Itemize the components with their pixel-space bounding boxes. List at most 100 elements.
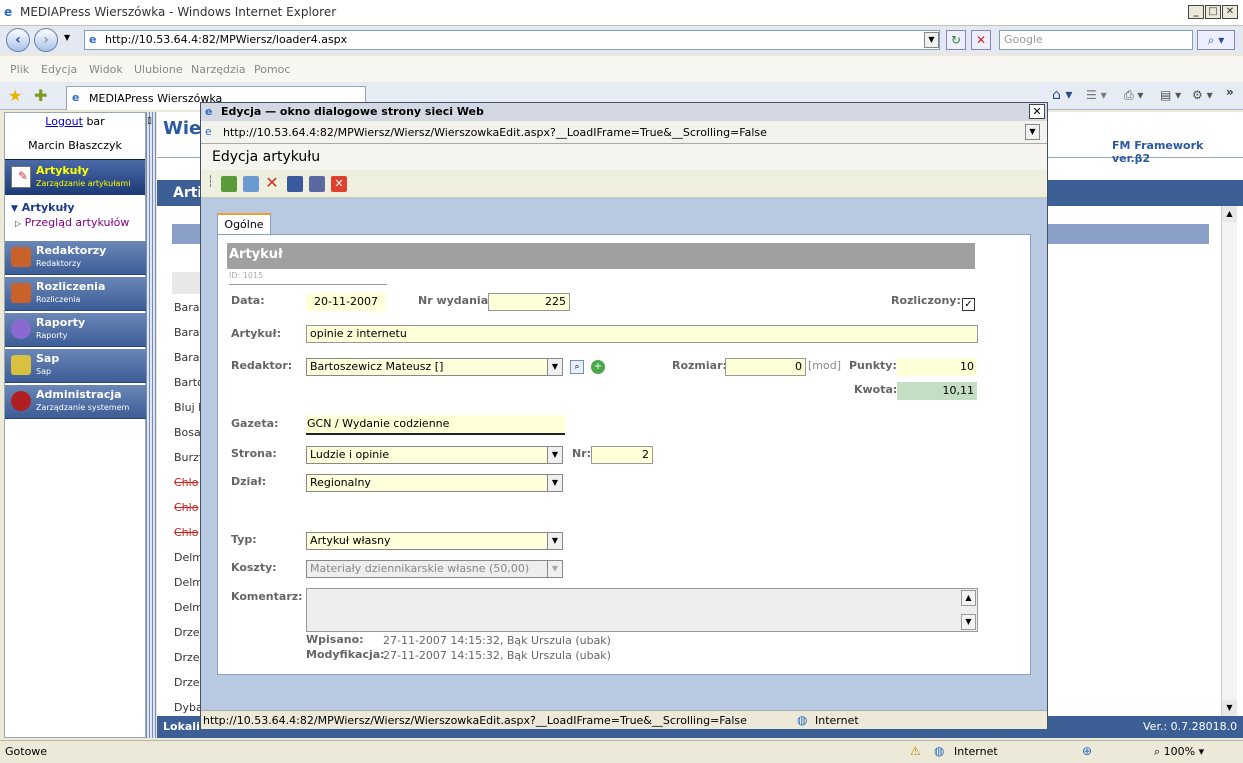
back-button[interactable]: ‹ (6, 28, 30, 52)
background-row: Bluj I (174, 401, 202, 414)
dzial-value: Regionalny (310, 476, 371, 489)
dialog-close-button[interactable]: ✕ (1029, 104, 1045, 119)
redaktor-select[interactable]: Bartoszewicz Mateusz [] ▼ (306, 358, 563, 376)
tree-header[interactable]: ▼ Artykuły (11, 201, 75, 214)
print-icon[interactable]: ⎙ ▾ (1124, 88, 1143, 103)
login-line: Logout bar (5, 115, 145, 128)
sidebar-item-label: Rozliczenia (36, 280, 106, 293)
nr-input[interactable]: 2 (591, 446, 653, 464)
save-close-icon[interactable] (309, 176, 325, 192)
close-window-button[interactable]: ✕ (1222, 5, 1238, 19)
dialog-heading: Edycja artykułu (212, 149, 321, 165)
admin-target-icon (11, 391, 31, 411)
data-field[interactable]: 20-11-2007 (306, 293, 386, 311)
search-redaktor-icon[interactable]: ⌕ (570, 360, 584, 374)
sidebar-splitter[interactable] (146, 112, 156, 738)
sidebar-item-label: Raporty (36, 316, 86, 329)
scroll-down-icon[interactable]: ▼ (961, 614, 976, 630)
cancel-icon[interactable]: ✕ (331, 176, 347, 192)
add-redaktor-icon[interactable]: + (591, 360, 605, 374)
rozmiar-input[interactable]: 0 (725, 358, 806, 376)
stop-icon[interactable]: ✕ (971, 30, 991, 50)
feeds-icon[interactable]: ☰ ▾ (1086, 88, 1107, 102)
menu-view[interactable]: Widok (89, 63, 123, 76)
background-row: Drze (174, 626, 200, 639)
background-row: Bara (174, 301, 200, 314)
redaktor-value: Bartoszewicz Mateusz [] (310, 360, 444, 373)
scroll-up-icon[interactable]: ▲ (961, 590, 976, 606)
background-row: Delm (174, 551, 204, 564)
background-row: Chlo (174, 476, 199, 489)
menu-file[interactable]: Plik (10, 63, 29, 76)
search-icon[interactable]: ⌕ ▾ (1197, 30, 1235, 50)
search-input[interactable]: Google (999, 30, 1193, 50)
artykul-label: Artykuł: (231, 327, 281, 340)
background-scrollbar[interactable]: ▲ ▼ (1221, 206, 1237, 716)
more-chevron-icon[interactable]: » (1226, 85, 1234, 99)
sidebar-item-redaktorzy[interactable]: Redaktorzy Redaktorzy (5, 241, 147, 275)
strona-value: Ludzie i opinie (310, 448, 390, 461)
gazeta-field[interactable]: GCN / Wydanie codzienne (306, 415, 565, 435)
edit-dialog: e Edycja — okno dialogowe strony sieci W… (200, 102, 1048, 729)
tree-item-przeglad[interactable]: ▷ Przegląd artykułów (15, 216, 129, 229)
address-input[interactable]: e http://10.53.64.4:82/MPWiersz/loader4.… (84, 30, 940, 50)
background-row: Bara (174, 351, 200, 364)
security-icon: ⚠ (910, 744, 921, 758)
home-icon[interactable]: ⌂ ▾ (1052, 87, 1072, 103)
typ-select[interactable]: Artykuł własny ▼ (306, 532, 563, 550)
menu-favorites[interactable]: Ulubione (134, 63, 183, 76)
sidebar: Logout bar Marcin Błaszczyk ✎ Artykuły Z… (4, 112, 147, 738)
komentarz-textarea[interactable]: ▲ ▼ (306, 588, 978, 632)
sidebar-item-artykuly[interactable]: ✎ Artykuły Zarządzanie artykułami (5, 159, 145, 195)
artykul-input[interactable]: opinie z internetu (306, 325, 978, 343)
refresh-record-icon[interactable] (221, 176, 237, 192)
tools-gear-icon[interactable]: ⚙ ▾ (1192, 88, 1213, 102)
favorites-star-icon[interactable]: ★ (8, 86, 22, 105)
minimize-button[interactable]: _ (1188, 5, 1204, 19)
dzial-select[interactable]: Regionalny ▼ (306, 474, 563, 492)
page-menu-icon[interactable]: ▤ ▾ (1160, 88, 1181, 102)
address-dropdown-icon[interactable]: ▼ (924, 32, 939, 48)
typ-value: Artykuł własny (310, 534, 391, 547)
forward-button[interactable]: › (34, 28, 58, 52)
tab-ogolne[interactable]: Ogólne (217, 213, 271, 235)
sidebar-item-sap[interactable]: Sap Sap (5, 349, 147, 383)
framework-label: FM Framework ver.β2 (1112, 139, 1204, 165)
zoom-control[interactable]: ⌕ 100% ▾ (1154, 745, 1204, 759)
sidebar-item-administracja[interactable]: Administracja Zarządzanie systemem (5, 385, 147, 419)
maximize-button[interactable]: □ (1205, 5, 1221, 19)
save-icon[interactable] (287, 176, 303, 192)
koszty-select: Materiały dziennikarskie własne (50,00) ▼ (306, 560, 563, 578)
status-text: Gotowe (5, 745, 48, 758)
zoom-value: 100% (1163, 745, 1196, 758)
menu-edit[interactable]: Edycja (41, 63, 77, 76)
rozliczony-checkbox[interactable]: ✓ (962, 298, 975, 311)
zoom-icon: ⌕ (1154, 745, 1161, 758)
pin-icon[interactable]: ▯ (147, 116, 152, 126)
menu-tools[interactable]: Narzędzia (191, 63, 246, 76)
logout-link[interactable]: Logout (45, 115, 83, 128)
dialog-status-url: http://10.53.64.4:82/MPWiersz/Wiersz/Wie… (203, 714, 747, 727)
kwota-value: 10,11 (897, 382, 977, 400)
page-icon: e (89, 33, 97, 46)
nr-wydania-input[interactable]: 225 (488, 293, 570, 311)
history-dropdown-icon[interactable]: ▼ (64, 33, 70, 42)
modyfikacja-value: 27-11-2007 14:15:32, Bąk Urszula (ubak) (383, 649, 611, 662)
background-row: Chlo (174, 526, 199, 539)
subbar-title: Arti (173, 185, 203, 201)
refresh-icon[interactable]: ↻ (946, 30, 966, 50)
rozliczony-label: Rozliczony: (891, 294, 961, 307)
add-record-icon[interactable] (243, 176, 259, 192)
sidebar-item-raporty[interactable]: Raporty Raporty (5, 313, 147, 347)
sidebar-item-sub: Redaktorzy (36, 259, 81, 268)
sidebar-item-sub: Rozliczenia (36, 295, 81, 304)
sidebar-item-rozliczenia[interactable]: Rozliczenia Rozliczenia (5, 277, 147, 311)
chevron-down-icon: ▼ (547, 447, 562, 463)
protected-mode-icon[interactable]: ⊕ (1082, 744, 1092, 758)
strona-select[interactable]: Ludzie i opinie ▼ (306, 446, 563, 464)
add-favorite-icon[interactable]: ✚ (34, 86, 47, 105)
menu-help[interactable]: Pomoc (254, 63, 290, 76)
background-row: Bosa (174, 426, 201, 439)
delete-icon[interactable]: ✕ (264, 175, 280, 192)
dialog-url-dropdown-icon[interactable]: ▼ (1025, 124, 1040, 140)
